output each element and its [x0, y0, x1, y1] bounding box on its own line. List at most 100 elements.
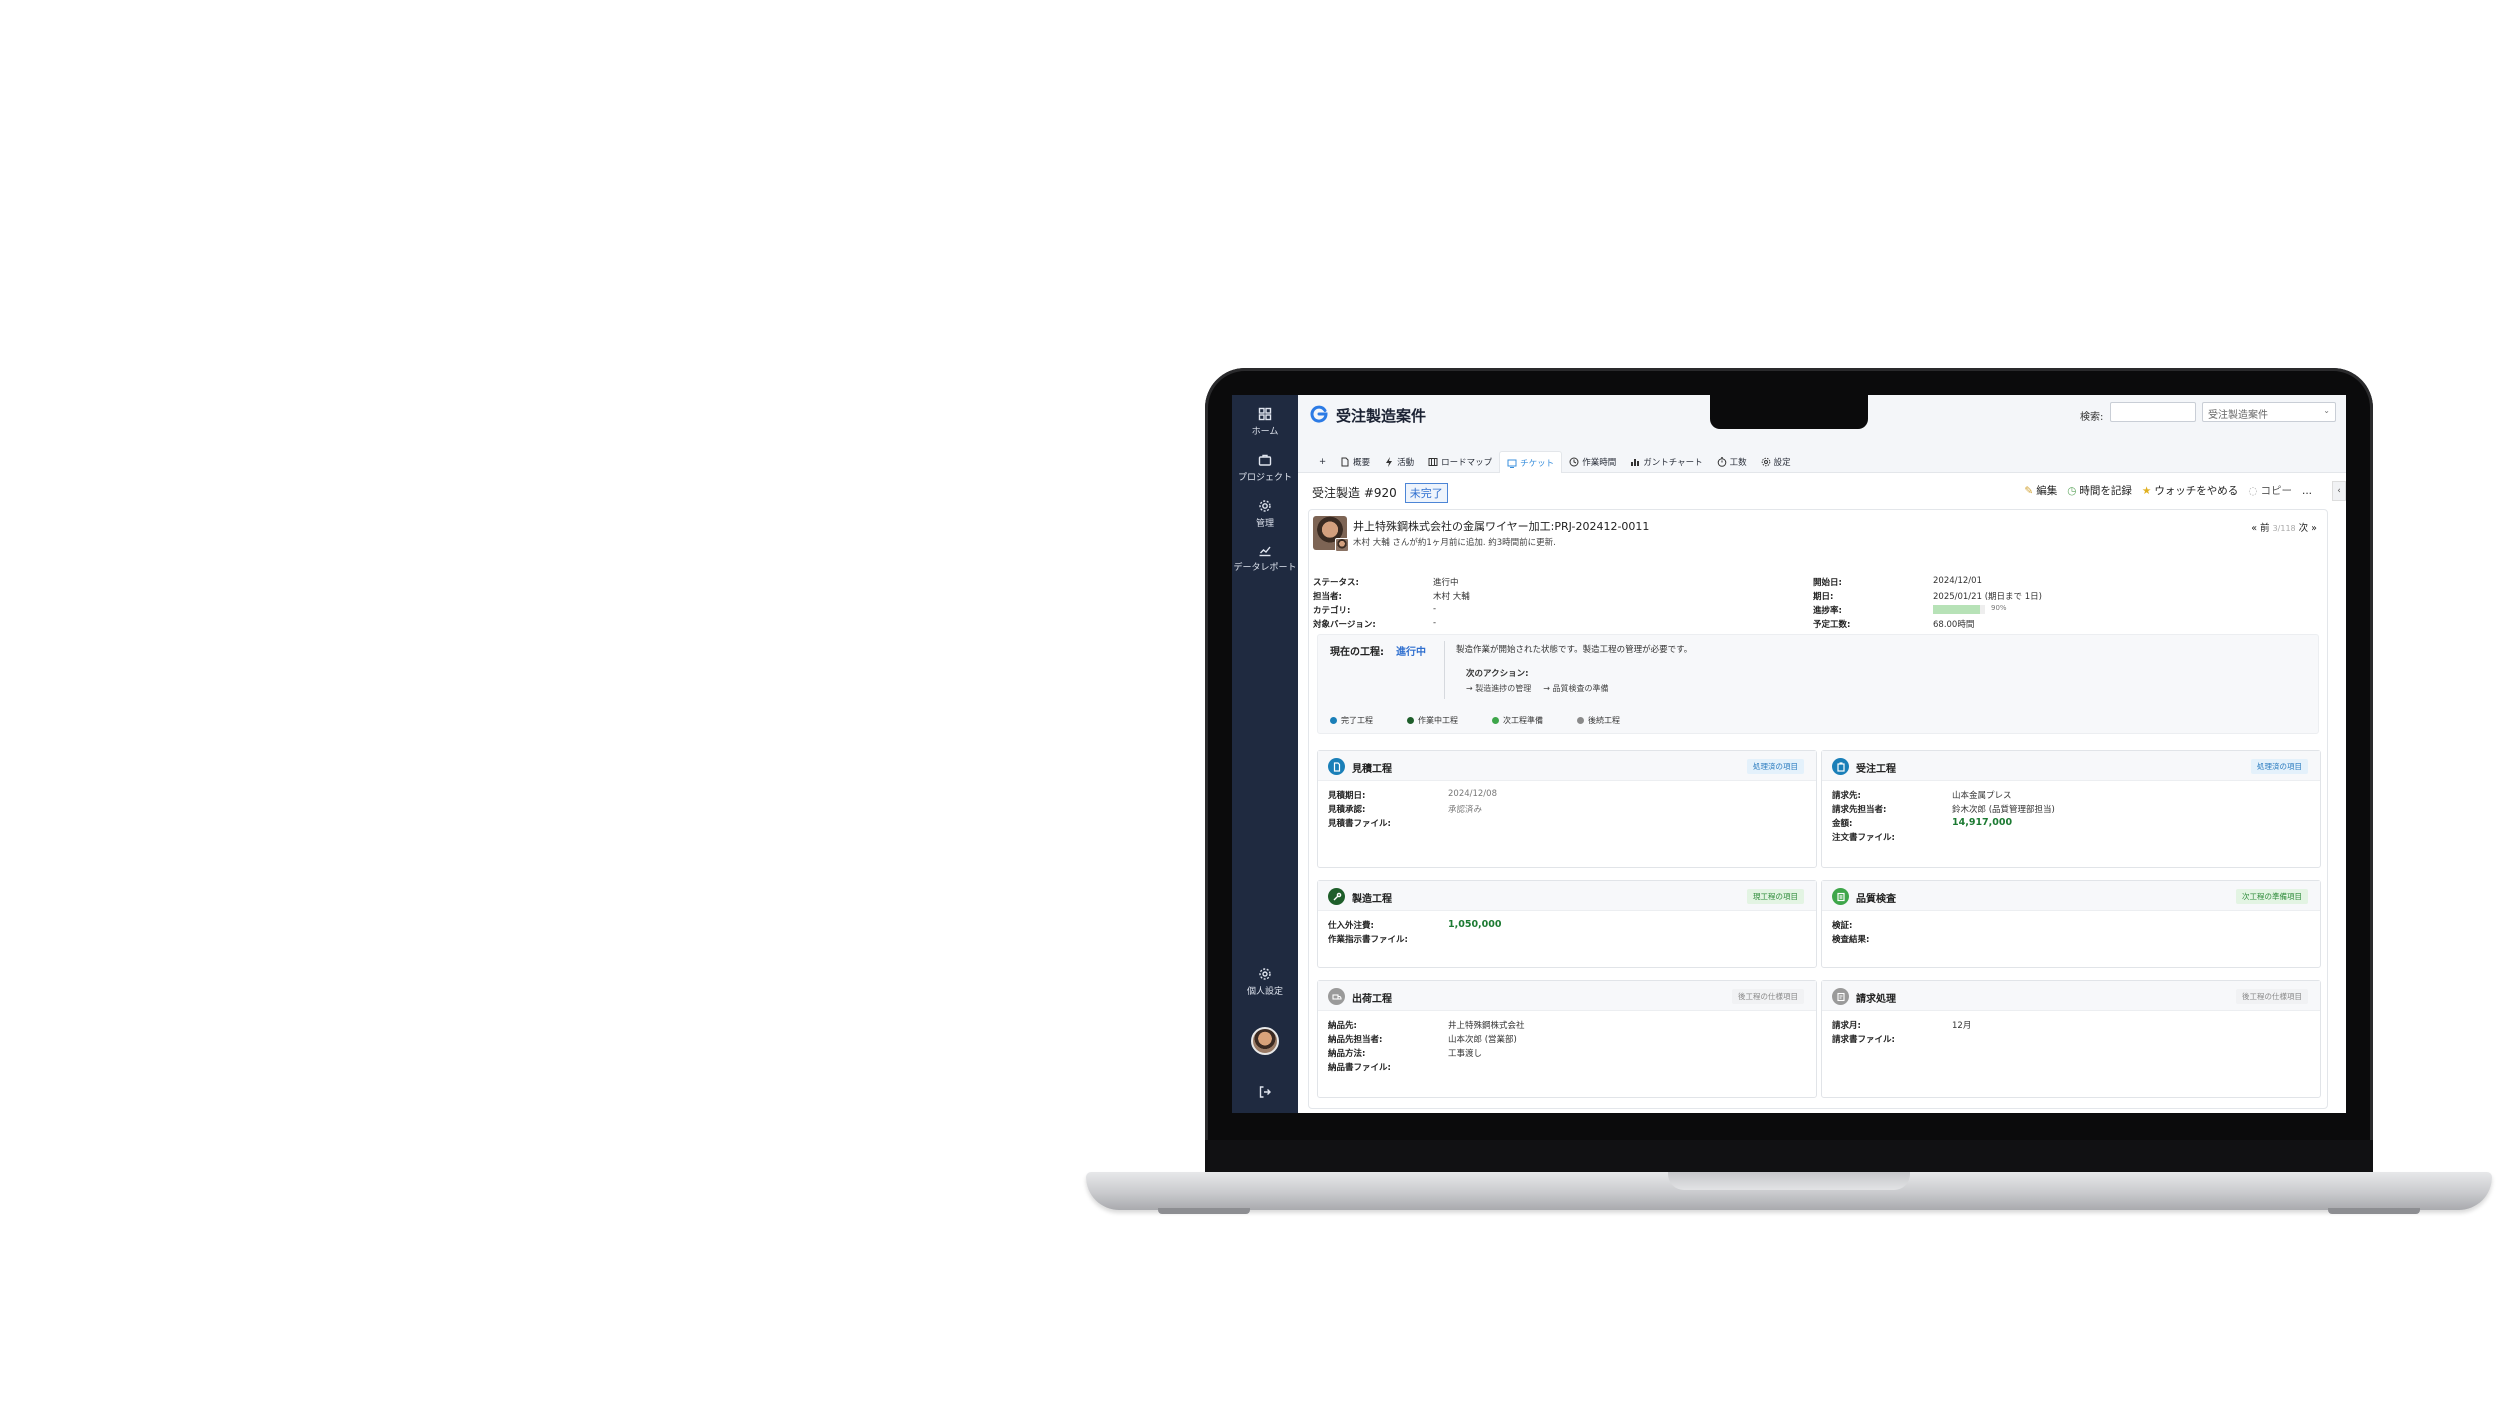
attr-value[interactable]: 木村 大輔 [1433, 590, 1470, 602]
legend-dot [1577, 717, 1584, 724]
copy-button[interactable]: ◌ コピー [2248, 483, 2292, 498]
tab-gantt[interactable]: ガントチャート [1623, 451, 1709, 473]
project-select[interactable]: 受注製造案件 ⌄ [2202, 402, 2336, 422]
sidebar-item-label: プロジェクト [1237, 473, 1292, 483]
attr-value: 2025/01/21 (期日まで 1日) [1933, 592, 2042, 602]
field-value: 山本次郎 (営業部) [1448, 1035, 1517, 1045]
sidebar-item-personal-settings[interactable]: 個人設定 [1232, 967, 1298, 997]
field-label: 請求月: [1832, 1021, 1861, 1031]
field-value: 12月 [1952, 1021, 1972, 1031]
legend-dot [1407, 717, 1414, 724]
assignee-avatar [1335, 538, 1349, 552]
card-manufacturing: 製造工程 現工程の項目 仕入外注費: 1,050,000 作業指示書ファイル: [1317, 880, 1817, 968]
tab-settings[interactable]: 設定 [1754, 451, 1798, 473]
card-header: 品質検査 次工程の準備項目 [1822, 881, 2320, 911]
sidebar-item-admin[interactable]: 管理 [1232, 499, 1298, 529]
attr-label: カテゴリ: [1313, 606, 1351, 616]
legend-label: 後続工程 [1588, 716, 1620, 725]
attr-start-date: 開始日: 2024/12/01 [1813, 576, 2113, 590]
tab-label: 設定 [1773, 458, 1791, 468]
issue-subject: 井上特殊鋼株式会社の金属ワイヤー加工:PRJ-202412-0011 [1353, 520, 1650, 533]
card-shipping: 出荷工程 後工程の仕様項目 納品先: 井上特殊鋼株式会社 納品先担当者: 山本次郎 … [1317, 980, 1817, 1098]
log-time-button[interactable]: ◷ 時間を記録 [2067, 483, 2132, 498]
sidebar-item-project[interactable]: プロジェクト [1232, 453, 1298, 483]
legend-label: 完了工程 [1341, 716, 1373, 725]
workflow-legend: 完了工程 作業中工程 次工程準備 後続工程 [1330, 715, 1620, 726]
truck-icon [1328, 988, 1345, 1005]
tab-tickets[interactable]: チケット [1499, 451, 1563, 473]
ticket-icon [1507, 459, 1517, 468]
gear-icon [1259, 500, 1271, 512]
checklist-icon [1832, 888, 1849, 905]
legend-item: 作業中工程 [1407, 715, 1458, 726]
attr-estimate: 予定工数: 68.00時間 [1813, 618, 2113, 632]
next-action-link[interactable]: → 品質検査の準備 [1543, 683, 1608, 694]
field-row: 納品先: 井上特殊鋼株式会社 [1328, 1019, 1806, 1033]
field-label: 注文書ファイル: [1832, 833, 1895, 843]
card-body: 検証: 検査結果: [1822, 911, 2320, 955]
chevron-down-icon: ⌄ [2323, 406, 2330, 415]
sidebar-collapse-button[interactable]: ‹ [2332, 481, 2346, 501]
field-label: 請求先: [1832, 791, 1861, 801]
field-row: 仕入外注費: 1,050,000 [1328, 919, 1806, 933]
field-label: 納品先担当者: [1328, 1035, 1383, 1045]
map-icon [1428, 458, 1438, 466]
card-body: 仕入外注費: 1,050,000 作業指示書ファイル: [1318, 911, 1816, 955]
tab-roadmap[interactable]: ロードマップ [1421, 451, 1499, 473]
edit-button[interactable]: ✎ 編集 [2024, 483, 2057, 498]
unwatch-button[interactable]: ★ ウォッチをやめる [2142, 483, 2238, 498]
issue-actions: ✎ 編集 ◷ 時間を記録 ★ ウォッチをやめる ◌ コピー ... [2024, 483, 2312, 498]
card-badge: 次工程の準備項目 [2236, 889, 2308, 904]
unwatch-label: ウォッチをやめる [2154, 485, 2239, 497]
field-row: 検証: [1832, 919, 2310, 933]
briefcase-icon [1258, 454, 1272, 466]
search-input[interactable] [2110, 402, 2196, 422]
log-time-label: 時間を記録 [2079, 485, 2132, 497]
logout-button[interactable] [1232, 1085, 1298, 1099]
tab-overview[interactable]: 概要 [1333, 451, 1377, 473]
attr-label: 予定工数: [1813, 620, 1851, 630]
field-label: 納品書ファイル: [1328, 1063, 1391, 1073]
avatar[interactable] [1251, 1027, 1279, 1055]
field-label: 検査結果: [1832, 935, 1870, 945]
attr-value: - [1433, 618, 1437, 628]
field-label: 納品先: [1328, 1021, 1357, 1031]
attr-label: 対象バージョン: [1313, 620, 1376, 630]
card-header: 受注工程 処理済の項目 [1822, 751, 2320, 781]
tab-label: ガントチャート [1643, 458, 1703, 468]
page-title: 受注製造案件 [1336, 407, 1427, 425]
attr-category: カテゴリ: - [1313, 604, 1613, 618]
field-value: 承認済み [1448, 805, 1483, 815]
card-badge: 処理済の項目 [2251, 759, 2308, 774]
timer-icon [1717, 457, 1726, 467]
tab-workload[interactable]: 工数 [1710, 451, 1754, 473]
field-row: 見積承認: 承認済み [1328, 803, 1806, 817]
tab-time-entries[interactable]: 作業時間 [1562, 451, 1623, 473]
tab-new[interactable]: + [1312, 451, 1333, 473]
card-billing: 請求処理 後工程の仕様項目 請求月: 12月 請求書ファイル: [1821, 980, 2321, 1098]
divider [1444, 641, 1445, 699]
sidebar-item-report[interactable]: データレポート [1232, 543, 1298, 573]
sidebar-item-label: データレポート [1233, 563, 1297, 573]
tab-activity[interactable]: 活動 [1377, 451, 1421, 473]
bar-chart-icon [1631, 459, 1640, 466]
field-row: 請求月: 12月 [1832, 1019, 2310, 1033]
legend-item: 後続工程 [1577, 715, 1620, 726]
more-button[interactable]: ... [2302, 483, 2312, 498]
attr-value: 進行中 [1433, 578, 1459, 588]
prev-link[interactable]: « 前 [2251, 523, 2269, 534]
gear-icon [1761, 457, 1770, 467]
card-title: 受注工程 [1856, 764, 1896, 775]
sidebar: ホーム プロジェクト 管理 データレポート 個人設定 [1232, 395, 1298, 1113]
next-action-link[interactable]: → 製造進捗の管理 [1466, 683, 1531, 694]
next-link[interactable]: 次 » [2299, 523, 2317, 534]
legend-label: 作業中工程 [1418, 716, 1458, 725]
legend-label: 次工程準備 [1503, 716, 1543, 725]
sidebar-item-home[interactable]: ホーム [1232, 407, 1298, 437]
field-row: 納品書ファイル: [1328, 1061, 1806, 1075]
field-label: 請求先担当者: [1832, 805, 1887, 815]
attr-assignee: 担当者: 木村 大輔 [1313, 590, 1613, 604]
bolt-icon [1386, 457, 1393, 467]
sidebar-item-label: 個人設定 [1246, 987, 1283, 997]
field-row: 作業指示書ファイル: [1328, 933, 1806, 947]
